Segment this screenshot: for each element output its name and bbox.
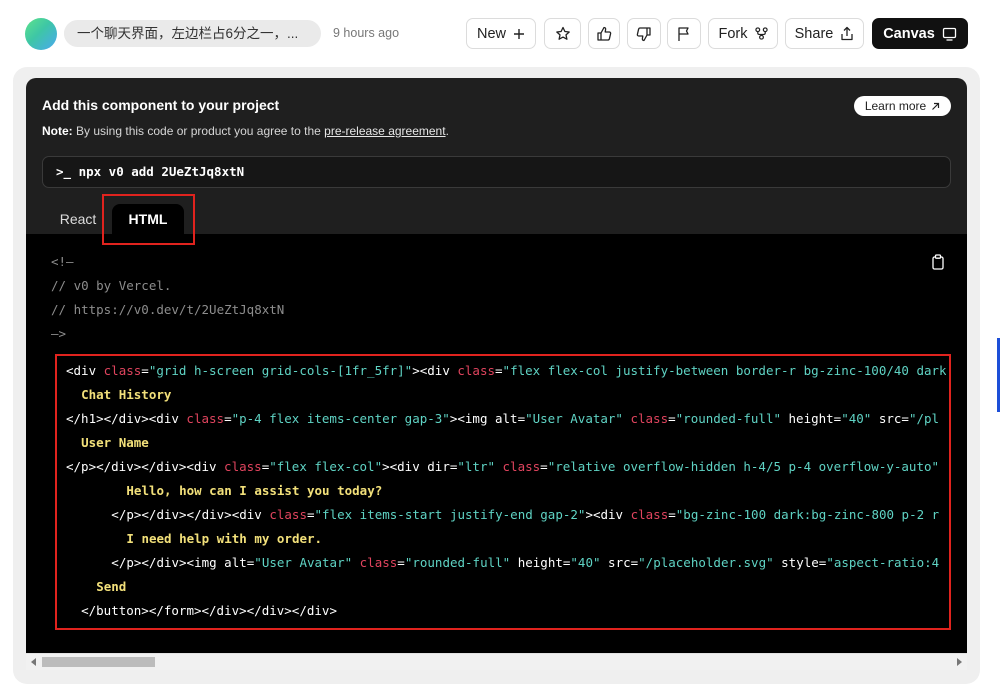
new-button[interactable]: New bbox=[466, 18, 536, 49]
html-tab-highlight bbox=[102, 194, 195, 245]
note-text: By using this code or product you agree … bbox=[72, 124, 325, 138]
chat-title: 一个聊天界面，左边栏占6分之一，... bbox=[77, 26, 299, 41]
arrow-up-right-icon bbox=[932, 102, 940, 110]
scroll-left-icon[interactable] bbox=[31, 658, 36, 666]
tab-react[interactable]: React bbox=[46, 204, 110, 234]
panel-title: Add this component to your project bbox=[42, 97, 280, 113]
flag-icon bbox=[678, 26, 689, 41]
comment-line: // https://v0.dev/t/2UeZtJq8xtN bbox=[51, 302, 285, 317]
comment-line: <!— bbox=[51, 254, 74, 269]
avatar[interactable] bbox=[25, 18, 57, 50]
like-button[interactable] bbox=[588, 18, 620, 49]
report-button[interactable] bbox=[667, 18, 701, 49]
dislike-button[interactable] bbox=[627, 18, 661, 49]
install-command[interactable]: >_ npx v0 add 2UeZtJq8xtN bbox=[42, 156, 951, 188]
code-comments: <!— // v0 by Vercel. // https://v0.dev/t… bbox=[51, 252, 284, 342]
fork-button[interactable]: Fork bbox=[708, 18, 778, 49]
note-label: Note: bbox=[42, 124, 73, 138]
comment-line: // v0 by Vercel. bbox=[51, 278, 172, 293]
learn-more-button[interactable]: Learn more bbox=[854, 96, 951, 116]
timestamp: 9 hours ago bbox=[333, 26, 400, 40]
share-label: Share bbox=[794, 25, 834, 42]
clipboard-icon[interactable] bbox=[931, 254, 945, 270]
fork-label: Fork bbox=[718, 25, 748, 42]
canvas-icon bbox=[942, 27, 956, 41]
share-button[interactable]: Share bbox=[785, 18, 864, 49]
plus-icon bbox=[514, 28, 524, 39]
canvas-button[interactable]: Canvas bbox=[872, 18, 968, 49]
star-icon bbox=[555, 26, 570, 40]
comment-line: —> bbox=[51, 326, 67, 341]
share-icon bbox=[841, 26, 853, 41]
thumbs-up-icon bbox=[597, 26, 612, 41]
canvas-label: Canvas bbox=[883, 25, 935, 42]
note-end: . bbox=[445, 124, 449, 138]
learn-more-label: Learn more bbox=[864, 99, 927, 113]
star-button[interactable] bbox=[544, 18, 581, 49]
scroll-thumb[interactable] bbox=[42, 657, 155, 667]
chat-title-pill[interactable]: 一个聊天界面，左边栏占6分之一，... bbox=[64, 20, 321, 47]
code-highlight bbox=[55, 354, 951, 630]
top-bar: 一个聊天界面，左边栏占6分之一，... 9 hours ago New Fork… bbox=[0, 0, 1000, 66]
pre-release-agreement-link[interactable]: pre-release agreement bbox=[324, 124, 445, 138]
agreement-note: Note: By using this code or product you … bbox=[42, 124, 449, 138]
new-label: New bbox=[476, 25, 506, 42]
horizontal-scrollbar[interactable] bbox=[26, 653, 967, 670]
thumbs-down-icon bbox=[636, 26, 651, 41]
scroll-right-icon[interactable] bbox=[957, 658, 962, 666]
fork-icon bbox=[754, 27, 768, 40]
